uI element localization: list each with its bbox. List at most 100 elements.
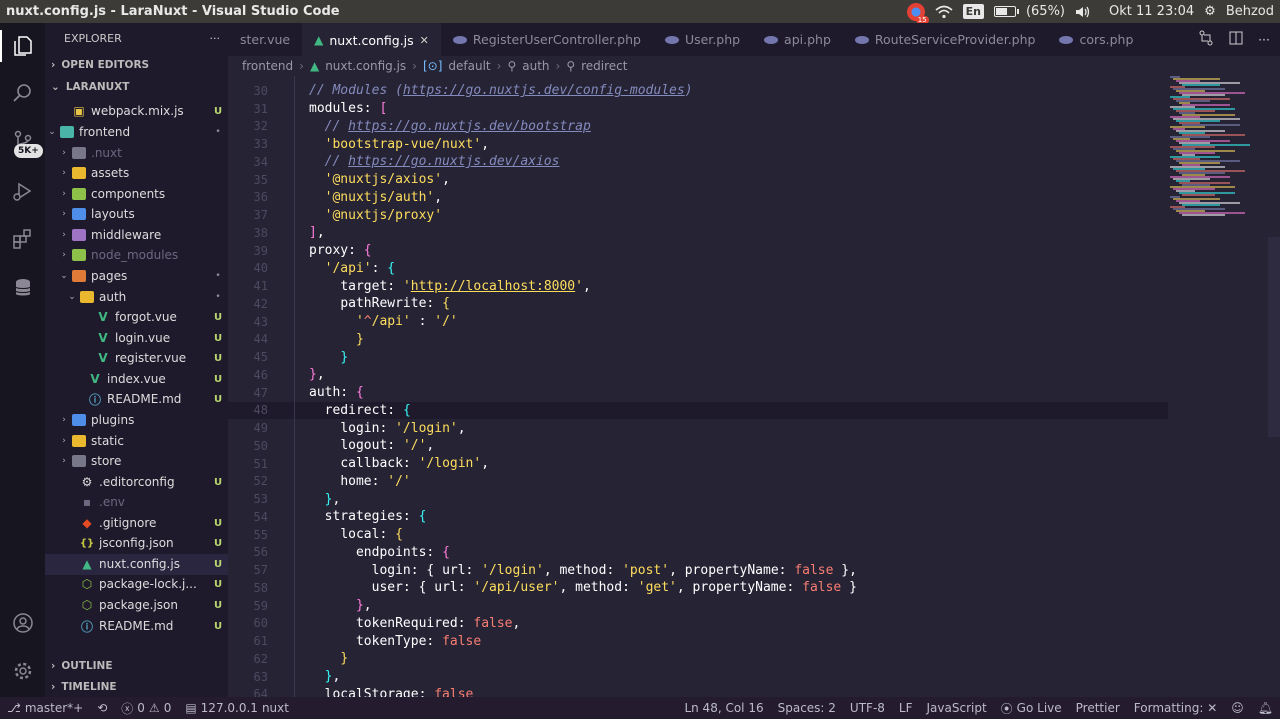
tree-item[interactable]: › static	[45, 431, 228, 452]
clock[interactable]: Okt 11 23:04	[1109, 4, 1194, 19]
explorer-files-icon[interactable]	[0, 26, 45, 66]
tree-item[interactable]: › assets	[45, 163, 228, 184]
tree-item[interactable]: › .nuxt	[45, 143, 228, 164]
tab-route-service-provider[interactable]: RouteServiceProvider.php	[843, 23, 1048, 56]
minimap[interactable]	[1168, 76, 1268, 697]
tree-item[interactable]: ▲ nuxt.config.js U	[45, 554, 228, 575]
code-line[interactable]: 32 // https://go.nuxtjs.dev/bootstrap	[228, 118, 1168, 136]
code-line[interactable]: 43 '^/api' : '/'	[228, 313, 1168, 331]
cursor-position[interactable]: Ln 48, Col 16	[677, 701, 770, 715]
tree-item[interactable]: {} jsconfig.json U	[45, 533, 228, 554]
encoding[interactable]: UTF-8	[843, 701, 892, 715]
code-line[interactable]: 60 tokenRequired: false,	[228, 615, 1168, 633]
settings-gear-icon[interactable]: ⚙	[1204, 4, 1216, 19]
code-line[interactable]: 54 strategies: {	[228, 508, 1168, 526]
code-editor[interactable]: 30 // Modules (https://go.nuxtjs.dev/conf…	[228, 76, 1168, 697]
code-line[interactable]: 37 '@nuxtjs/proxy'	[228, 206, 1168, 224]
code-line[interactable]: 42 pathRewrite: {	[228, 295, 1168, 313]
end-of-line[interactable]: LF	[892, 701, 920, 715]
code-line[interactable]: 62 }	[228, 650, 1168, 668]
manage-gear-icon[interactable]	[0, 651, 45, 691]
code-line[interactable]: 41 target: 'http://localhost:8000',	[228, 277, 1168, 295]
code-line[interactable]: 46},	[228, 366, 1168, 384]
tree-item[interactable]: ⌄ pages •	[45, 266, 228, 287]
language-mode[interactable]: JavaScript	[920, 701, 994, 715]
tree-item[interactable]: Vlogin.vue U	[45, 328, 228, 349]
tree-item[interactable]: Vindex.vue U	[45, 369, 228, 390]
code-line[interactable]: 30 // Modules (https://go.nuxtjs.dev/conf…	[228, 82, 1168, 100]
tree-item[interactable]: › layouts	[45, 204, 228, 225]
keyboard-layout-indicator[interactable]: En	[962, 4, 984, 19]
tree-item[interactable]: › store	[45, 451, 228, 472]
close-icon[interactable]: ✕	[420, 34, 429, 47]
prettier-status[interactable]: Prettier	[1069, 701, 1127, 715]
code-line[interactable]: 58 user: { url: '/api/user', method: 'ge…	[228, 579, 1168, 597]
code-line[interactable]: 50 logout: '/',	[228, 437, 1168, 455]
code-line[interactable]: 31 modules: [	[228, 100, 1168, 118]
tree-item[interactable]: ⌄ frontend •	[45, 122, 228, 143]
code-line[interactable]: 47 auth: {	[228, 384, 1168, 402]
tree-item[interactable]: Vregister.vue U	[45, 348, 228, 369]
tree-item[interactable]: ⬡ package.json U	[45, 595, 228, 616]
tree-item[interactable]: ◆ .gitignore U	[45, 513, 228, 534]
user-name[interactable]: Behzod	[1226, 4, 1274, 19]
code-line[interactable]: 33 'bootstrap-vue/nuxt',	[228, 135, 1168, 153]
breadcrumb-file[interactable]: nuxt.config.js	[325, 59, 406, 73]
code-line[interactable]: 48 redirect: {	[228, 401, 1168, 420]
code-line[interactable]: 64 localStorage: false	[228, 686, 1168, 697]
code-line[interactable]: 45 }	[228, 348, 1168, 366]
chrome-icon[interactable]: 15	[906, 2, 929, 24]
run-debug-icon[interactable]	[0, 171, 45, 211]
tree-item[interactable]: ⌄ auth •	[45, 287, 228, 308]
git-branch[interactable]: ⎇ master*+	[0, 701, 90, 715]
battery-icon[interactable]	[993, 6, 1019, 17]
tree-item[interactable]: ▪ .env	[45, 492, 228, 513]
tree-item[interactable]: ▣ webpack.mix.js U	[45, 101, 228, 122]
account-icon[interactable]	[0, 603, 45, 643]
indentation[interactable]: Spaces: 2	[771, 701, 843, 715]
breadcrumb-default[interactable]: default	[448, 59, 490, 73]
code-line[interactable]: 61 tokenType: false	[228, 632, 1168, 650]
tree-item[interactable]: Vforgot.vue U	[45, 307, 228, 328]
code-line[interactable]: 34 // https://go.nuxtjs.dev/axios	[228, 153, 1168, 171]
code-line[interactable]: 38],	[228, 224, 1168, 242]
notifications-bell-icon[interactable]: 🔔︎	[1251, 701, 1280, 715]
tab-nuxt-config[interactable]: ▲ nuxt.config.js ✕	[302, 23, 441, 56]
tab-register-vue[interactable]: ster.vue	[228, 23, 302, 56]
breadcrumb-frontend[interactable]: frontend	[242, 59, 293, 73]
code-line[interactable]: 56 endpoints: {	[228, 544, 1168, 562]
sync-button[interactable]: ⟲	[90, 701, 114, 715]
code-line[interactable]: 53 },	[228, 490, 1168, 508]
feedback-icon[interactable]: ☺	[1224, 701, 1251, 715]
go-live-button[interactable]: ⦿ Go Live	[994, 700, 1069, 717]
code-line[interactable]: 55 local: {	[228, 526, 1168, 544]
code-line[interactable]: 59 },	[228, 597, 1168, 615]
code-line[interactable]: 57 login: { url: '/login', method: 'post…	[228, 561, 1168, 579]
database-icon[interactable]	[0, 268, 45, 308]
tree-item[interactable]: › plugins	[45, 410, 228, 431]
workspace-section[interactable]: ⌄ LARANUXT	[45, 77, 129, 97]
tree-item[interactable]: ⚙ .editorconfig U	[45, 472, 228, 493]
code-line[interactable]: 49 login: '/login',	[228, 419, 1168, 437]
tree-item[interactable]: › middleware	[45, 225, 228, 246]
breadcrumb-redirect[interactable]: redirect	[581, 59, 627, 73]
code-line[interactable]: 63 },	[228, 668, 1168, 686]
tree-item[interactable]: › components	[45, 184, 228, 205]
tree-item[interactable]: ⬡ package-lock.j... U	[45, 574, 228, 595]
code-line[interactable]: 44 }	[228, 331, 1168, 349]
tab-api-php[interactable]: api.php	[752, 23, 843, 56]
outline-section[interactable]: › OUTLINE	[45, 655, 228, 676]
code-line[interactable]: 51 callback: '/login',	[228, 455, 1168, 473]
compare-changes-icon[interactable]	[1198, 30, 1214, 49]
editor-scrollbar[interactable]	[1268, 237, 1280, 437]
tab-cors-php[interactable]: cors.php	[1047, 23, 1145, 56]
formatting-toggle[interactable]: Formatting: ✕	[1127, 701, 1224, 715]
tree-item[interactable]: › node_modules	[45, 245, 228, 266]
tree-item[interactable]: ⓘ README.md U	[45, 389, 228, 410]
tab-register-user-controller[interactable]: RegisterUserController.php	[441, 23, 653, 56]
split-editor-icon[interactable]	[1228, 30, 1244, 49]
code-line[interactable]: 39 proxy: {	[228, 242, 1168, 260]
tab-user-php[interactable]: User.php	[653, 23, 752, 56]
code-line[interactable]: 36 '@nuxtjs/auth',	[228, 189, 1168, 207]
code-line[interactable]: 40 '/api': {	[228, 260, 1168, 278]
